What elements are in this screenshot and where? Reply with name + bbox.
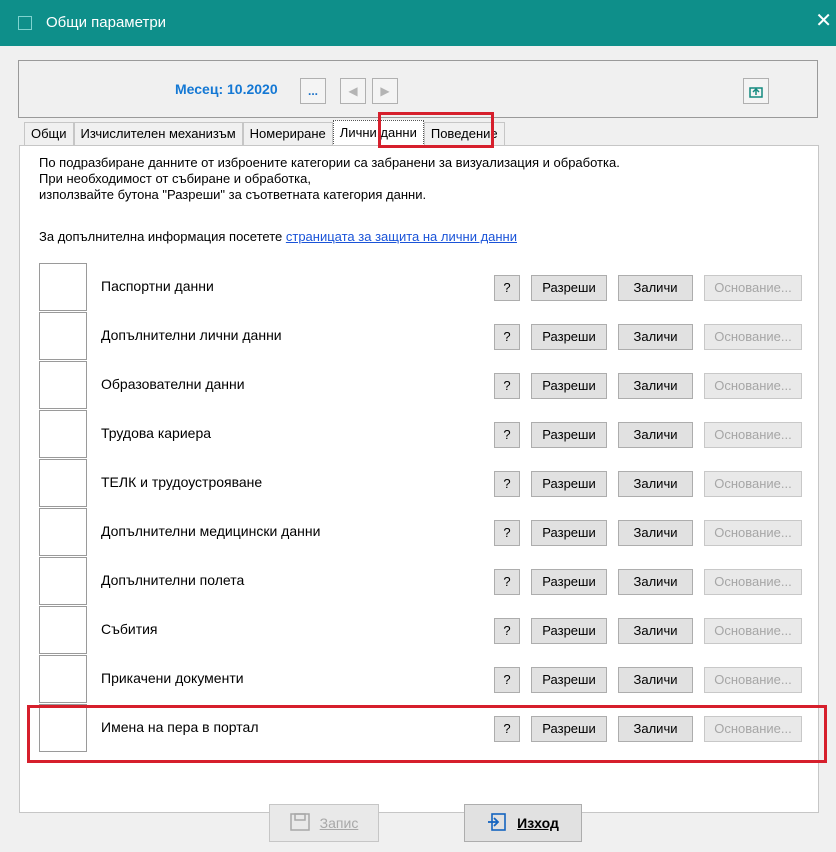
category-label: Допълнителни медицински данни (101, 523, 321, 539)
month-toolbar: Месец: 10.2020 ... ◀ ▶ (18, 60, 818, 118)
category-checkbox[interactable] (39, 312, 87, 360)
allow-button[interactable]: Разреши (531, 520, 607, 546)
category-label: Събития (101, 621, 158, 637)
allow-button[interactable]: Разреши (531, 422, 607, 448)
category-checkbox[interactable] (39, 263, 87, 311)
allow-button[interactable]: Разреши (531, 373, 607, 399)
basis-button: Основание... (704, 569, 802, 595)
category-row: Събития ? Разреши Заличи Основание... (39, 606, 802, 654)
category-checkbox[interactable] (39, 410, 87, 458)
next-month-icon[interactable]: ▶ (372, 78, 398, 104)
basis-button: Основание... (704, 667, 802, 693)
category-row: Допълнителни лични данни ? Разреши Залич… (39, 312, 802, 360)
help-button[interactable]: ? (494, 422, 520, 448)
category-checkbox[interactable] (39, 459, 87, 507)
month-label: Месец: 10.2020 (175, 81, 278, 97)
month-picker-button[interactable]: ... (300, 78, 326, 104)
basis-button: Основание... (704, 373, 802, 399)
erase-button[interactable]: Заличи (618, 324, 693, 350)
category-label: Паспортни данни (101, 278, 214, 294)
tab-general[interactable]: Общи (24, 122, 74, 146)
intro-line-2: При необходимост от събиране и обработка… (39, 171, 311, 186)
tab-highlight-frame (378, 112, 494, 148)
allow-button[interactable]: Разреши (531, 667, 607, 693)
allow-button[interactable]: Разреши (531, 618, 607, 644)
app-icon (18, 16, 32, 30)
help-button[interactable]: ? (494, 373, 520, 399)
allow-button[interactable]: Разреши (531, 275, 607, 301)
more-info: За допълнителна информация посетете стра… (39, 229, 517, 244)
basis-button: Основание... (704, 275, 802, 301)
category-checkbox[interactable] (39, 655, 87, 703)
erase-button[interactable]: Заличи (618, 373, 693, 399)
category-row: Прикачени документи ? Разреши Заличи Осн… (39, 655, 802, 703)
category-label: ТЕЛК и трудоустрояване (101, 474, 263, 490)
erase-button[interactable]: Заличи (618, 667, 693, 693)
intro-line-3: използвайте бутона "Разреши" за съответн… (39, 187, 427, 202)
category-checkbox[interactable] (39, 508, 87, 556)
save-label: Запис (319, 815, 359, 831)
tab-numbering[interactable]: Номериране (242, 122, 333, 146)
close-icon[interactable]: ✕ (815, 10, 832, 32)
exit-icon (487, 812, 507, 835)
category-label: Трудова кариера (101, 425, 212, 441)
privacy-page-link[interactable]: страницата за защита на лични данни (286, 229, 517, 244)
allow-button[interactable]: Разреши (531, 324, 607, 350)
intro-text: По подразбиране данните от изброените ка… (39, 155, 620, 203)
tab-calculation-engine[interactable]: Изчислителен механизъм (73, 122, 243, 146)
category-row: Паспортни данни ? Разреши Заличи Основан… (39, 263, 802, 311)
allow-button[interactable]: Разреши (531, 569, 607, 595)
category-label: Допълнителни полета (101, 572, 245, 588)
row-highlight-frame (27, 705, 827, 763)
basis-button: Основание... (704, 471, 802, 497)
save-button: Запис (269, 804, 379, 842)
erase-button[interactable]: Заличи (618, 275, 693, 301)
erase-button[interactable]: Заличи (618, 569, 693, 595)
help-button[interactable]: ? (494, 618, 520, 644)
category-row: Трудова кариера ? Разреши Заличи Основан… (39, 410, 802, 458)
category-checkbox[interactable] (39, 606, 87, 654)
category-checkbox[interactable] (39, 557, 87, 605)
more-info-prefix: За допълнителна информация посетете (39, 229, 286, 244)
category-label: Образователни данни (101, 376, 245, 392)
intro-line-1: По подразбиране данните от изброените ка… (39, 155, 620, 170)
refresh-icon[interactable] (743, 78, 769, 104)
basis-button: Основание... (704, 520, 802, 546)
help-button[interactable]: ? (494, 471, 520, 497)
help-button[interactable]: ? (494, 667, 520, 693)
category-label: Допълнителни лични данни (101, 327, 282, 343)
exit-button[interactable]: Изход (464, 804, 582, 842)
title-bar: Общи параметри ✕ (0, 0, 836, 46)
help-button[interactable]: ? (494, 569, 520, 595)
category-row: Образователни данни ? Разреши Заличи Осн… (39, 361, 802, 409)
basis-button: Основание... (704, 324, 802, 350)
exit-label: Изход (517, 815, 559, 831)
erase-button[interactable]: Заличи (618, 422, 693, 448)
previous-month-icon[interactable]: ◀ (340, 78, 366, 104)
save-icon (289, 812, 310, 834)
erase-button[interactable]: Заличи (618, 520, 693, 546)
erase-button[interactable]: Заличи (618, 618, 693, 644)
refresh-glyph (749, 87, 763, 98)
help-button[interactable]: ? (494, 520, 520, 546)
category-checkbox[interactable] (39, 361, 87, 409)
help-button[interactable]: ? (494, 324, 520, 350)
basis-button: Основание... (704, 618, 802, 644)
help-button[interactable]: ? (494, 275, 520, 301)
basis-button: Основание... (704, 422, 802, 448)
category-row: Допълнителни медицински данни ? Разреши … (39, 508, 802, 556)
category-row: ТЕЛК и трудоустрояване ? Разреши Заличи … (39, 459, 802, 507)
category-label: Прикачени документи (101, 670, 244, 686)
window-title: Общи параметри (46, 14, 167, 31)
erase-button[interactable]: Заличи (618, 471, 693, 497)
allow-button[interactable]: Разреши (531, 471, 607, 497)
category-row: Допълнителни полета ? Разреши Заличи Осн… (39, 557, 802, 605)
